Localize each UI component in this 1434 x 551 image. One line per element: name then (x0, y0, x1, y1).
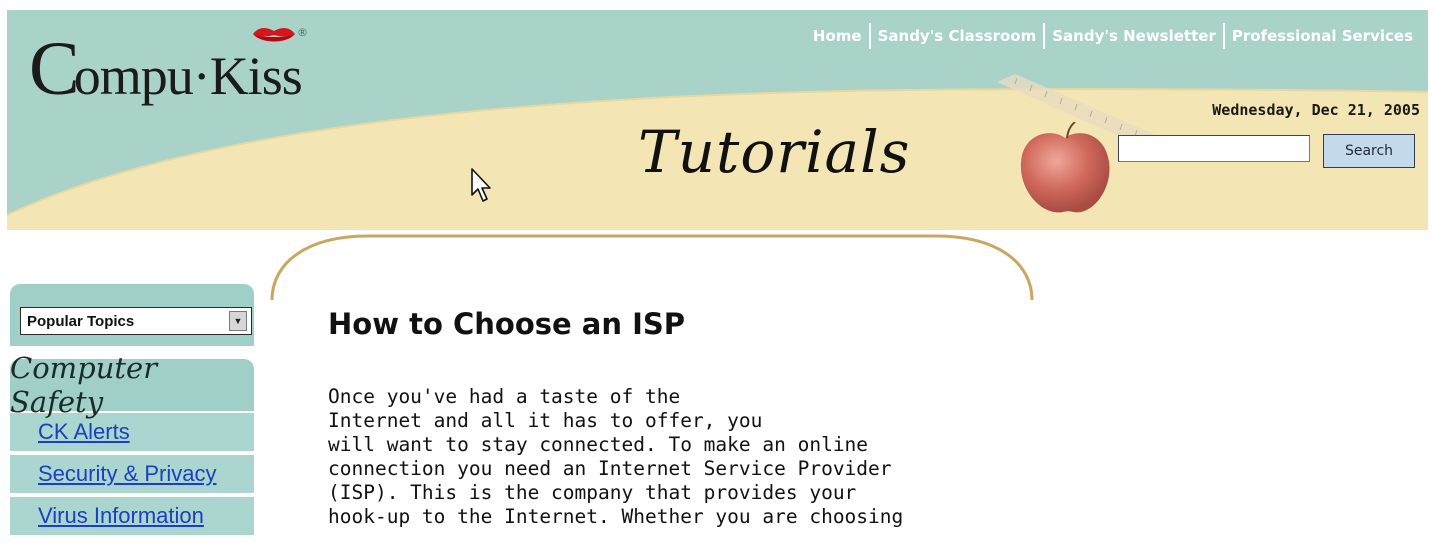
content-frame-arc (270, 234, 1034, 301)
nav-professional-services[interactable]: Professional Services (1225, 27, 1420, 45)
search-input[interactable] (1118, 135, 1310, 162)
article-line: (ISP). This is the company that provides… (328, 481, 857, 504)
registered-mark: ® (297, 26, 308, 39)
nav-sandys-newsletter[interactable]: Sandy's Newsletter (1045, 27, 1223, 45)
article-line: connection you need an Internet Service … (328, 457, 892, 480)
sidebar-link-security-privacy[interactable]: Security & Privacy (10, 455, 254, 493)
dropdown-arrow-icon[interactable]: ▼ (229, 311, 247, 331)
top-navigation: Home Sandy's Classroom Sandy's Newslette… (806, 23, 1420, 49)
popular-topics-panel: Popular Topics ▼ (10, 284, 254, 346)
mouse-pointer-icon (471, 168, 491, 202)
sidebar-link-virus-information[interactable]: Virus Information (10, 497, 254, 535)
search-button[interactable]: Search (1323, 134, 1415, 168)
article-line: Internet and all it has to offer, you (328, 409, 763, 432)
sidebar: Popular Topics ▼ Computer Safety CK Aler… (10, 284, 254, 535)
article-line: will want to stay connected. To make an … (328, 433, 869, 456)
article-title: How to Choose an ISP (328, 307, 686, 341)
page-title: Tutorials (638, 118, 911, 186)
article-body: Once you've had a taste of the Internet … (328, 385, 968, 529)
logo-c: C (29, 27, 80, 111)
popular-topics-value: Popular Topics (27, 312, 135, 330)
nav-sandys-classroom[interactable]: Sandy's Classroom (871, 27, 1044, 45)
computer-safety-header: Computer Safety (10, 351, 254, 419)
article-line: hook-up to the Internet. Whether you are… (328, 505, 904, 528)
apple-icon (1020, 122, 1110, 213)
article-line: Once you've had a taste of the (328, 385, 681, 408)
site-header: Compu·Kiss ® Home Sandy's Classroom Sand… (7, 10, 1428, 230)
popular-topics-select[interactable]: Popular Topics ▼ (20, 307, 252, 335)
current-date: Wednesday, Dec 21, 2005 (1212, 101, 1420, 119)
nav-home[interactable]: Home (806, 27, 869, 45)
lips-icon (253, 27, 295, 42)
